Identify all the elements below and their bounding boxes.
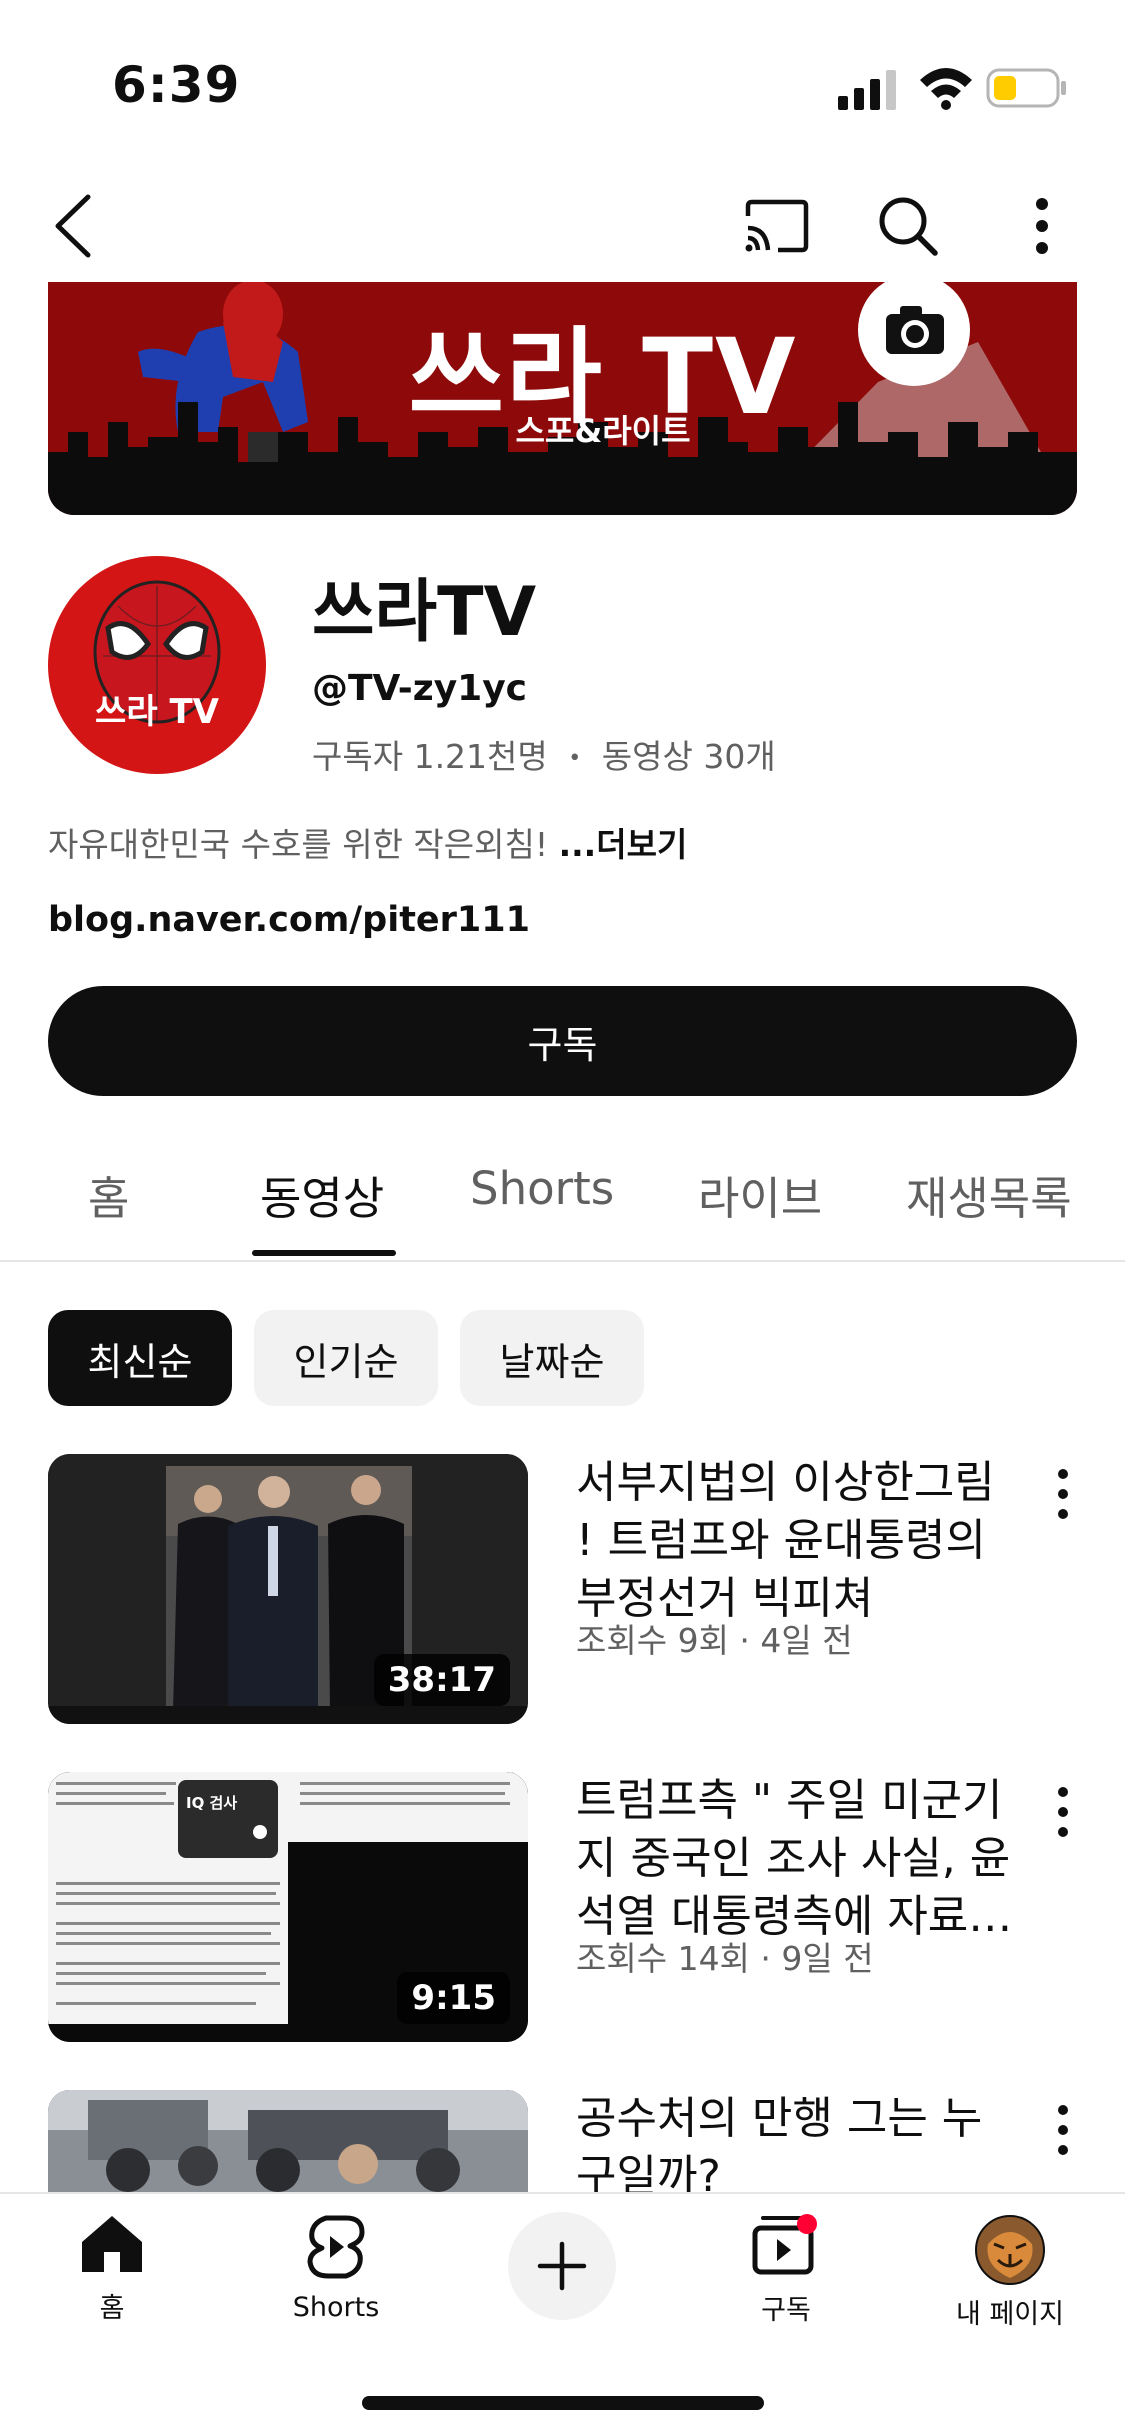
shorts-icon bbox=[307, 2215, 365, 2279]
video-item[interactable]: 38:17 서부지법의 이상한그림 ! 트럼프와 윤대통령의 부정선거 빅피쳐 … bbox=[48, 1454, 1077, 1728]
thumbnail-image bbox=[48, 2090, 528, 2192]
back-arrow-icon[interactable] bbox=[34, 188, 110, 264]
top-app-bar bbox=[0, 170, 1125, 280]
channel-stats: 구독자 1.21천명 • 동영상 30개 bbox=[312, 730, 776, 778]
channel-description[interactable]: 자유대한민국 수호를 위한 작은외침! ...더보기 bbox=[48, 818, 687, 866]
spiderman-mask-icon bbox=[51, 559, 263, 771]
stats-separator: • bbox=[568, 746, 582, 771]
create-button[interactable] bbox=[508, 2212, 616, 2320]
status-bar: 6:39 bbox=[0, 0, 1125, 170]
video-item[interactable]: IQ 검사 9:15 트럼프측 " 주일 미군기지 중국인 조사 사실, 윤석열… bbox=[48, 1772, 1077, 2046]
plus-icon bbox=[537, 2241, 587, 2291]
notification-dot bbox=[797, 2214, 817, 2234]
video-title[interactable]: 트럼프측 " 주일 미군기지 중국인 조사 사실, 윤석열 대통령측에 자료… bbox=[576, 1772, 1016, 1946]
nav-you-label: 내 페이지 bbox=[956, 2299, 1064, 2330]
nav-shorts[interactable]: Shorts bbox=[246, 2214, 426, 2323]
video-title[interactable]: 공수처의 만행 그는 누구일까? bbox=[576, 2090, 1016, 2192]
status-time: 6:39 bbox=[112, 56, 241, 114]
tab-shorts[interactable]: Shorts bbox=[470, 1162, 614, 1215]
tab-live[interactable]: 라이브 bbox=[698, 1162, 822, 1227]
more-link[interactable]: ...더보기 bbox=[559, 825, 688, 864]
chip-popular[interactable]: 인기순 bbox=[254, 1310, 438, 1406]
channel-handle: @TV-zy1yc bbox=[312, 668, 528, 709]
video-meta: 조회수 14회 · 9일 전 bbox=[576, 1939, 874, 1978]
video-menu-icon[interactable] bbox=[1048, 2100, 1077, 2160]
tab-videos[interactable]: 동영상 bbox=[260, 1162, 384, 1227]
nav-subscriptions[interactable]: 구독 bbox=[696, 2214, 876, 2327]
wifi-icon bbox=[920, 68, 972, 110]
video-menu-icon[interactable] bbox=[1048, 1464, 1078, 1524]
search-icon[interactable] bbox=[870, 188, 946, 264]
cellular-signal-icon bbox=[838, 70, 896, 110]
channel-tabs: 홈 동영상 Shorts 라이브 재생목록 bbox=[0, 1140, 1125, 1262]
nav-subscriptions-label: 구독 bbox=[761, 2295, 811, 2326]
banner-subtitle: 스포&라이트 bbox=[515, 412, 691, 450]
cast-icon[interactable] bbox=[738, 188, 814, 264]
subscriber-count: 구독자 1.21천명 bbox=[312, 737, 548, 776]
video-title[interactable]: 서부지법의 이상한그림 ! 트럼프와 윤대통령의 부정선거 빅피쳐 bbox=[576, 1454, 1016, 1628]
description-text: 자유대한민국 수호를 위한 작은외침! bbox=[48, 825, 549, 864]
tab-home[interactable]: 홈 bbox=[88, 1162, 129, 1227]
more-options-icon[interactable] bbox=[1004, 188, 1080, 264]
video-thumbnail[interactable]: 38:17 bbox=[48, 1454, 528, 1724]
video-duration: 9:15 bbox=[397, 1972, 510, 2024]
video-count: 동영상 30개 bbox=[601, 737, 776, 776]
home-icon bbox=[82, 2216, 142, 2272]
active-tab-indicator bbox=[252, 1250, 396, 1256]
chip-latest[interactable]: 최신순 bbox=[48, 1310, 232, 1406]
video-menu-icon[interactable] bbox=[1048, 1782, 1078, 1842]
nav-you[interactable]: 내 페이지 bbox=[920, 2214, 1100, 2331]
tab-playlists[interactable]: 재생목록 bbox=[906, 1162, 1072, 1227]
video-item[interactable]: 공수처의 만행 그는 누구일까? bbox=[48, 2090, 1077, 2192]
nav-home[interactable]: 홈 bbox=[22, 2214, 202, 2325]
subscriptions-icon bbox=[752, 2214, 817, 2275]
video-thumbnail[interactable] bbox=[48, 2090, 528, 2192]
video-duration: 38:17 bbox=[373, 1654, 510, 1706]
channel-avatar[interactable]: 쓰라 TV bbox=[48, 556, 266, 774]
nav-home-label: 홈 bbox=[99, 2293, 125, 2324]
channel-link[interactable]: blog.naver.com/piter111 bbox=[48, 900, 530, 940]
nav-shorts-label: Shorts bbox=[292, 2292, 380, 2323]
channel-name: 쓰라TV bbox=[312, 573, 537, 652]
home-indicator bbox=[362, 2396, 764, 2410]
subscribe-button[interactable]: 구독 bbox=[48, 986, 1077, 1096]
channel-banner: 쓰라 TV 스포&라이트 bbox=[48, 282, 1077, 515]
chip-oldest[interactable]: 날짜순 bbox=[460, 1310, 644, 1406]
thumbnail-overlay-label: IQ 검사 bbox=[186, 1794, 238, 1812]
video-thumbnail[interactable]: IQ 검사 9:15 bbox=[48, 1772, 528, 2042]
profile-avatar-icon bbox=[975, 2215, 1045, 2285]
video-meta: 조회수 9회 · 4일 전 bbox=[576, 1621, 853, 1660]
battery-icon bbox=[986, 68, 1066, 108]
avatar-text: 쓰라 TV bbox=[95, 692, 219, 732]
